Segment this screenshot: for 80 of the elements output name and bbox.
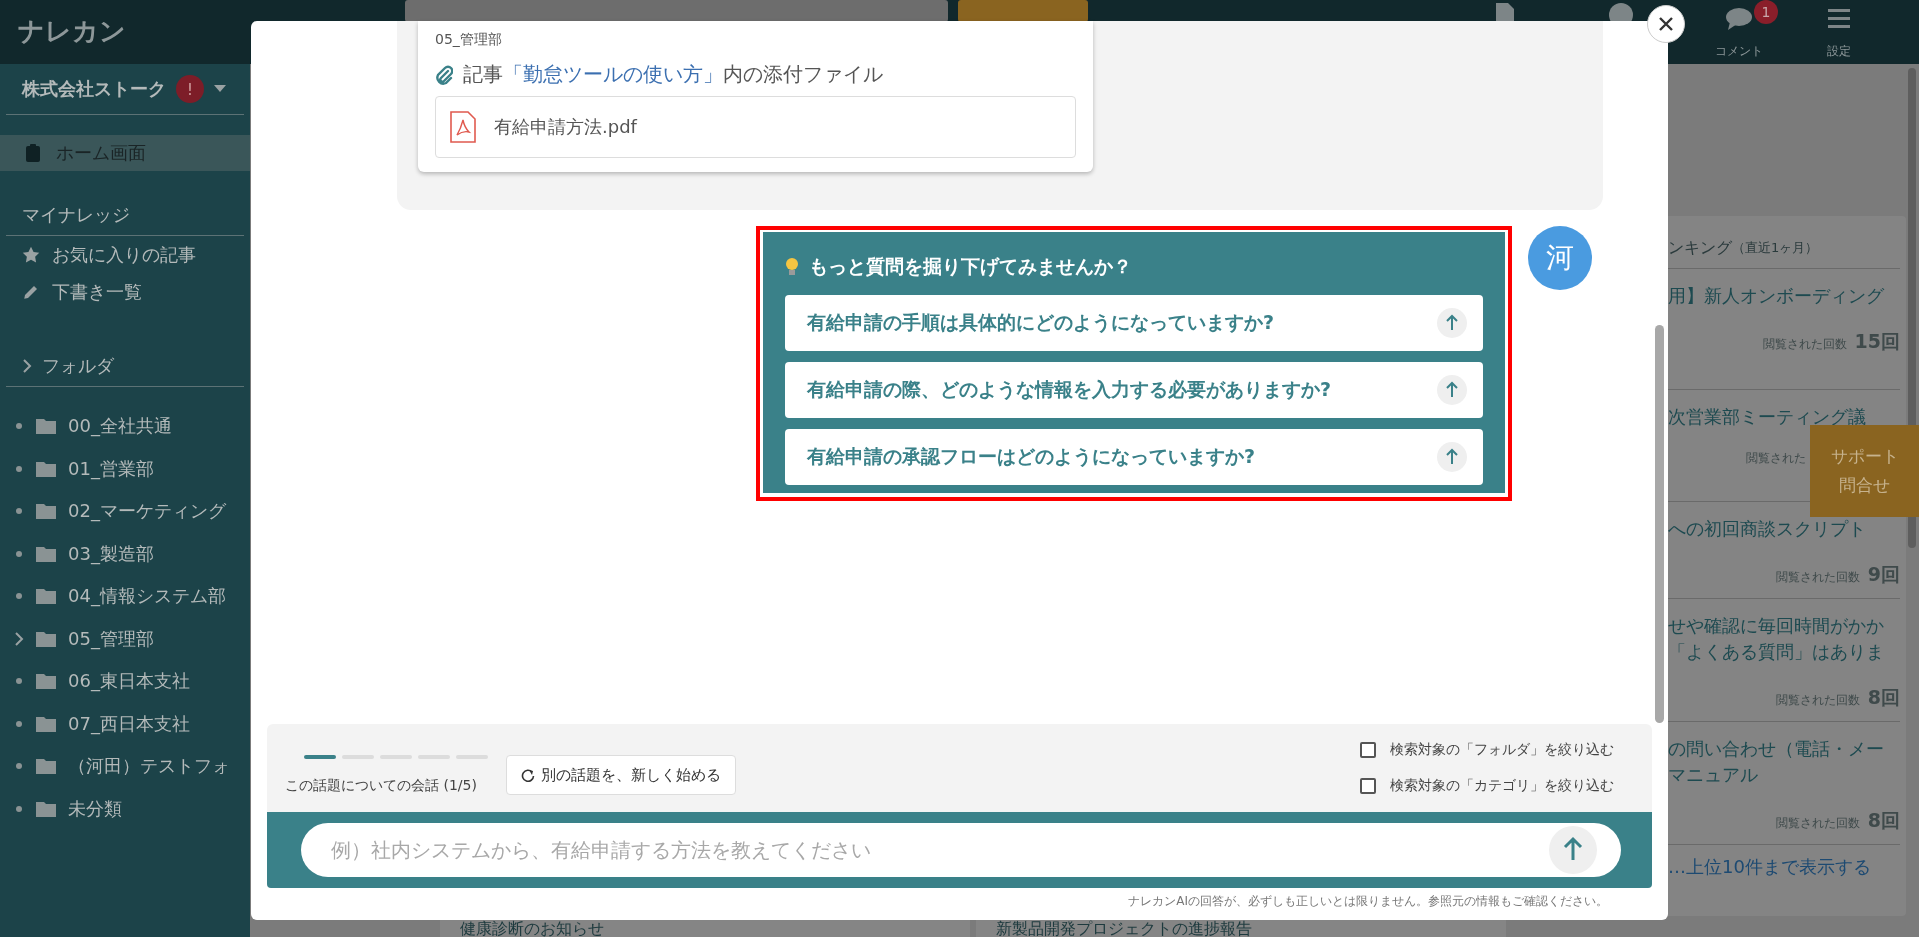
view-count-label: 閲覧された回数 <box>1762 336 1847 353</box>
new-topic-button[interactable]: 別の話題を、新しく始める <box>506 755 736 795</box>
paperclip-icon <box>435 64 453 85</box>
folder-item[interactable]: 07_西日本支社 <box>0 702 250 745</box>
settings-label[interactable]: 設定 <box>1827 43 1851 60</box>
refresh-icon <box>521 768 535 782</box>
scrollbar[interactable] <box>1655 325 1664 723</box>
star-icon <box>22 245 40 264</box>
search-field[interactable] <box>405 0 948 22</box>
folder-icon <box>36 460 56 477</box>
suggested-question[interactable]: 有給申請の承認フローはどのようになっていますか? <box>785 429 1483 485</box>
file-attachment[interactable]: 有給申請方法.pdf <box>435 96 1076 158</box>
company-name[interactable]: 株式会社ストーク <box>22 77 166 101</box>
folder-icon <box>36 545 56 562</box>
folder-item[interactable]: （河田）テストフォ <box>0 745 250 788</box>
filter-checkbox[interactable]: 検索対象の「フォルダ」を絞り込む <box>1360 741 1614 759</box>
folder-icon <box>36 588 56 605</box>
ranking-title: ンキング <box>1668 237 1732 259</box>
send-icon[interactable] <box>1549 826 1597 874</box>
suggestion-title: もっと質問を掘り下げてみませんか？ <box>809 254 1132 279</box>
folder-label: 05_管理部 <box>435 31 503 49</box>
view-count-label: 閲覧された回数 <box>1775 569 1860 586</box>
attachment-caption: 記事「勤怠ツールの使い方」内の添付ファイル <box>463 61 883 88</box>
comment-icon[interactable] <box>1726 8 1752 30</box>
folder-icon <box>36 503 56 520</box>
folder-icon <box>36 630 56 647</box>
disclaimer-text: ナレカンAIの回答が、必ずしも正しいとは限りません。参照元の情報もご確認ください。 <box>1128 893 1608 910</box>
folder-icon <box>36 673 56 690</box>
question-input[interactable]: 例）社内システムから、有給申請する方法を教えてください <box>301 823 1621 877</box>
folder-item[interactable]: 01_営業部 <box>0 447 250 490</box>
lightbulb-icon <box>785 257 799 277</box>
comment-label[interactable]: コメント <box>1715 43 1763 60</box>
article-title: 新製品開発プロジェクトの進捗報告 <box>996 920 1252 937</box>
pdf-icon <box>450 111 476 143</box>
folder-item[interactable]: 05_管理部 <box>0 617 250 660</box>
close-icon <box>1659 17 1673 31</box>
clipboard-icon <box>26 144 40 162</box>
view-count: 9回 <box>1867 562 1900 587</box>
folder-item[interactable]: 03_製造部 <box>0 532 250 575</box>
section-heading[interactable]: フォルダ <box>42 354 114 378</box>
checkbox[interactable] <box>1360 778 1376 794</box>
view-count: 15回 <box>1854 329 1900 354</box>
folder-item[interactable]: 02_マーケティング <box>0 490 250 533</box>
view-count-label: 閲覧された回数 <box>1775 692 1860 709</box>
article-card[interactable]: 新製品開発プロジェクトの進捗報告 <box>976 920 1506 937</box>
view-count: 8回 <box>1867 808 1900 833</box>
chevron-icon[interactable] <box>22 359 32 373</box>
folder-item[interactable]: 06_東日本支社 <box>0 660 250 703</box>
filter-checkbox[interactable]: 検索対象の「カテゴリ」を絞り込む <box>1360 777 1614 795</box>
folder-item[interactable]: 00_全社共通 <box>0 405 250 448</box>
ranking-period: （直近1ヶ月） <box>1732 239 1819 257</box>
arrow-up-icon <box>1437 442 1467 472</box>
article-title: 健康診断のお知らせ <box>460 920 604 937</box>
header-button[interactable] <box>958 0 1088 22</box>
view-count-label: 閲覧された回数 <box>1775 815 1860 832</box>
folder-icon <box>36 418 56 435</box>
article-card[interactable]: 健康診断のお知らせ <box>440 920 970 937</box>
sidebar-item[interactable]: 下書き一覧 <box>0 273 250 310</box>
section-heading: マイナレッジ <box>22 203 130 227</box>
checkbox[interactable] <box>1360 742 1376 758</box>
alert-badge: ! <box>176 75 204 103</box>
arrow-up-icon <box>1437 375 1467 405</box>
suggested-question[interactable]: 有給申請の際、どのような情報を入力する必要がありますか? <box>785 362 1483 418</box>
notification-badge: 1 <box>1754 0 1778 24</box>
view-count: 8回 <box>1867 685 1900 710</box>
view-count-label: 閲覧された <box>1746 450 1806 467</box>
arrow-up-icon <box>1437 308 1467 338</box>
chevron-icon[interactable] <box>14 631 24 646</box>
caret-icon[interactable] <box>214 85 226 93</box>
user-avatar: 河 <box>1528 226 1592 290</box>
folder-icon <box>36 800 56 817</box>
topic-counter: この話題についての会話 (1/5) <box>285 777 478 795</box>
folder-item[interactable]: 04_情報システム部 <box>0 575 250 618</box>
menu-icon[interactable] <box>1828 9 1850 29</box>
folder-icon <box>36 758 56 775</box>
article-link[interactable]: 「勤怠ツールの使い方」 <box>503 62 723 86</box>
sidebar-item[interactable]: お気に入りの記事 <box>0 236 250 273</box>
suggested-question[interactable]: 有給申請の手順は具体的にどのようになっていますか? <box>785 295 1483 351</box>
folder-item[interactable]: 未分類 <box>0 787 250 830</box>
folder-icon <box>36 715 56 732</box>
